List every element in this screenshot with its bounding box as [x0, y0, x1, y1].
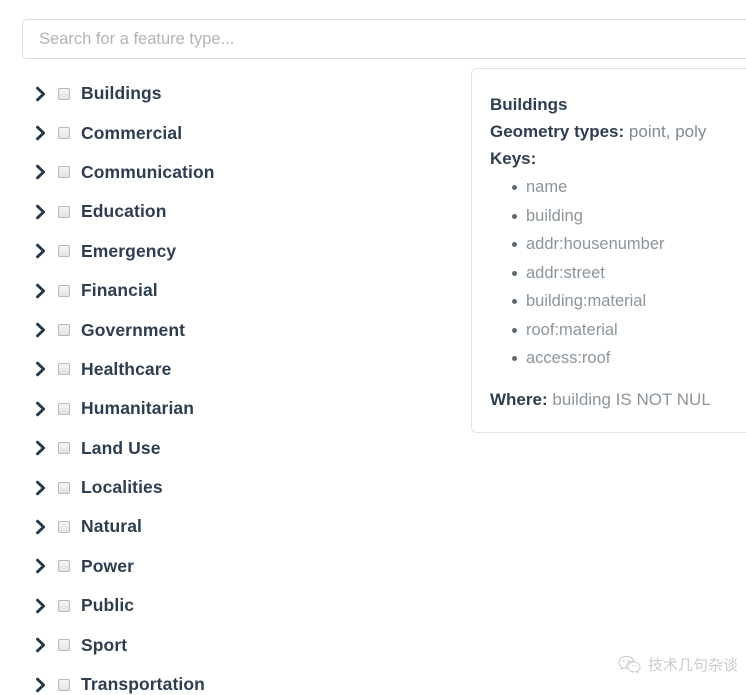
tree-row[interactable]: Government — [0, 310, 460, 349]
chevron-right-icon[interactable] — [33, 517, 50, 537]
tree-item-checkbox[interactable] — [58, 560, 70, 573]
tree-item-label: Transportation — [81, 674, 205, 695]
tree-row[interactable]: Education — [0, 192, 460, 231]
chevron-right-icon[interactable] — [33, 596, 50, 616]
tree-item-label: Commercial — [81, 122, 183, 143]
tree-row[interactable]: Communication — [0, 153, 460, 192]
tree-row[interactable]: Emergency — [0, 232, 460, 271]
tree-item-checkbox[interactable] — [58, 87, 70, 100]
chevron-right-icon[interactable] — [33, 84, 50, 104]
tree-item-checkbox[interactable] — [58, 127, 70, 140]
tree-item-checkbox[interactable] — [58, 442, 70, 455]
tree-item-label: Public — [81, 595, 135, 616]
tree-item-label: Sport — [81, 634, 128, 655]
chevron-right-icon[interactable] — [33, 281, 50, 301]
search-bar — [22, 19, 746, 59]
tree-item-checkbox[interactable] — [58, 481, 70, 494]
tree-item-label: Healthcare — [81, 358, 172, 379]
wechat-icon — [618, 655, 641, 675]
tree-item-label: Humanitarian — [81, 398, 195, 419]
tree-row[interactable]: Localities — [0, 468, 460, 507]
tree-row[interactable]: Transportation — [0, 665, 460, 695]
tree-row[interactable]: Land Use — [0, 429, 460, 468]
tree-item-label: Financial — [81, 280, 158, 301]
feature-type-browser: Buildings Commercial Communication Educatio… — [0, 0, 746, 695]
tree-item-checkbox[interactable] — [58, 678, 70, 691]
key-item: building:material — [512, 287, 746, 316]
tree-item-checkbox[interactable] — [58, 245, 70, 258]
chevron-right-icon[interactable] — [33, 675, 50, 695]
chevron-right-icon[interactable] — [33, 162, 50, 182]
panel-title: Buildings — [490, 95, 568, 114]
tree-item-checkbox[interactable] — [58, 284, 70, 297]
tree-item-checkbox[interactable] — [58, 402, 70, 415]
chevron-right-icon[interactable] — [33, 241, 50, 261]
tree-row[interactable]: Humanitarian — [0, 389, 460, 428]
key-item: addr:housenumber — [512, 230, 746, 259]
geometry-types-value: point, poly — [628, 122, 707, 141]
where-label: Where: — [490, 389, 548, 409]
tree-row[interactable]: Financial — [0, 271, 460, 310]
chevron-right-icon[interactable] — [33, 123, 50, 143]
tree-row[interactable]: Sport — [0, 625, 460, 664]
search-input[interactable] — [22, 19, 746, 59]
tree-item-checkbox[interactable] — [58, 363, 70, 376]
feature-type-tree: Buildings Commercial Communication Educatio… — [0, 74, 460, 695]
tree-row[interactable]: Power — [0, 547, 460, 586]
tree-item-checkbox[interactable] — [58, 166, 70, 179]
chevron-right-icon[interactable] — [33, 438, 50, 458]
chevron-right-icon[interactable] — [33, 478, 50, 498]
key-item: access:roof — [512, 344, 746, 373]
tree-item-checkbox[interactable] — [58, 205, 70, 218]
where-value: building IS NOT NUL — [552, 389, 711, 409]
tree-item-label: Government — [81, 319, 186, 340]
key-item: building — [512, 202, 746, 231]
tree-item-label: Education — [81, 201, 167, 222]
chevron-right-icon[interactable] — [33, 320, 50, 340]
tree-item-checkbox[interactable] — [58, 324, 70, 337]
tree-item-label: Buildings — [81, 83, 162, 104]
geometry-types-label: Geometry types: — [490, 122, 625, 141]
tree-row[interactable]: Public — [0, 586, 460, 625]
tree-row[interactable]: Healthcare — [0, 350, 460, 389]
tree-item-checkbox[interactable] — [58, 520, 70, 533]
watermark: 技术几句杂谈 — [618, 654, 738, 675]
key-item: addr:street — [512, 259, 746, 288]
key-item: name — [512, 173, 746, 202]
where-line: Where: building IS NOT NUL — [490, 386, 746, 413]
tree-item-checkbox[interactable] — [58, 599, 70, 612]
tree-row[interactable]: Buildings — [0, 74, 460, 113]
chevron-right-icon[interactable] — [33, 359, 50, 379]
chevron-right-icon[interactable] — [33, 399, 50, 419]
tree-item-checkbox[interactable] — [58, 639, 70, 652]
tree-item-label: Power — [81, 555, 135, 576]
key-item: roof:material — [512, 316, 746, 345]
keys-label: Keys: — [490, 149, 537, 168]
tree-row[interactable]: Natural — [0, 507, 460, 546]
chevron-right-icon[interactable] — [33, 202, 50, 222]
chevron-right-icon[interactable] — [33, 635, 50, 655]
tree-item-label: Communication — [81, 161, 215, 182]
tree-item-label: Localities — [81, 477, 163, 498]
geometry-types-line: Geometry types: point, poly — [490, 118, 746, 145]
tree-item-label: Natural — [81, 516, 142, 537]
watermark-text: 技术几句杂谈 — [647, 656, 738, 674]
keys-list: name building addr:housenumber addr:street b… — [490, 173, 746, 373]
tree-item-label: Land Use — [81, 437, 161, 458]
feature-detail-panel: Buildings Geometry types: point, poly Ke… — [471, 68, 746, 433]
chevron-right-icon[interactable] — [33, 556, 50, 576]
tree-row[interactable]: Commercial — [0, 113, 460, 152]
tree-item-label: Emergency — [81, 240, 177, 261]
